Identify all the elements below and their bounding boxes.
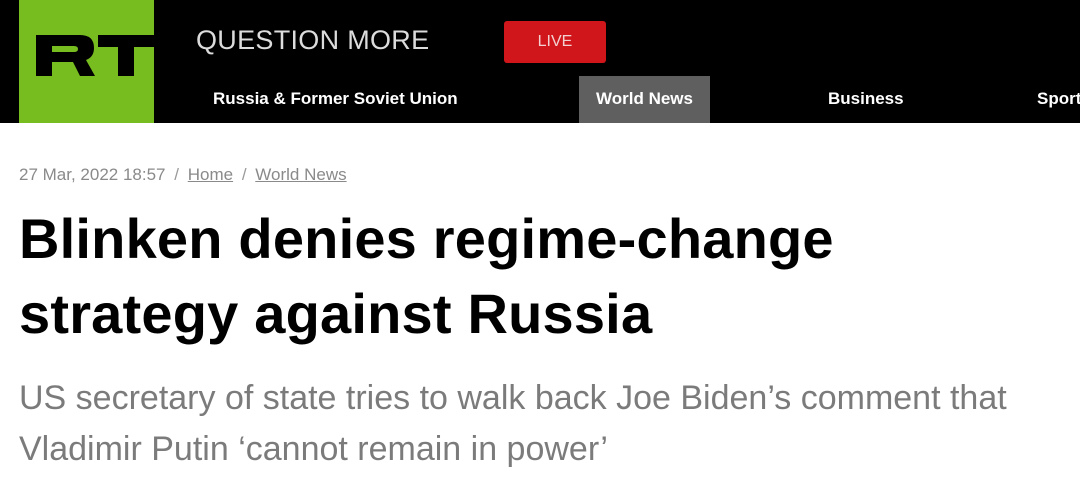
nav-item-world-news[interactable]: World News <box>579 76 710 123</box>
article-headline: Blinken denies regime-change strategy ag… <box>19 201 1079 351</box>
headline-line-2: strategy against Russia <box>19 282 653 345</box>
site-header: QUESTION MORE LIVE Russia & Former Sovie… <box>0 0 1080 123</box>
article-date: 27 Mar, 2022 18:57 <box>19 165 166 184</box>
site-tagline: QUESTION MORE <box>196 25 430 55</box>
main-nav: Russia & Former Soviet Union World News … <box>0 76 1080 123</box>
breadcrumb-separator: / <box>174 165 179 184</box>
breadcrumb-world-news-link[interactable]: World News <box>255 165 346 184</box>
live-button[interactable]: LIVE <box>504 21 606 63</box>
nav-item-business[interactable]: Business <box>828 76 904 123</box>
breadcrumb-home-link[interactable]: Home <box>188 165 233 184</box>
nav-item-sport[interactable]: Sport <box>1037 76 1080 123</box>
summary-line-2: Vladimir Putin ‘cannot remain in power’ <box>19 430 608 468</box>
article-meta: 27 Mar, 2022 18:57 / Home / World News <box>19 165 347 185</box>
nav-item-russia[interactable]: Russia & Former Soviet Union <box>213 76 458 123</box>
summary-line-1: US secretary of state tries to walk back… <box>19 379 1007 417</box>
breadcrumb-separator: / <box>241 165 247 184</box>
headline-line-1: Blinken denies regime-change <box>19 207 834 270</box>
article-summary: US secretary of state tries to walk back… <box>19 373 1080 475</box>
rt-logo-mark <box>36 35 154 76</box>
